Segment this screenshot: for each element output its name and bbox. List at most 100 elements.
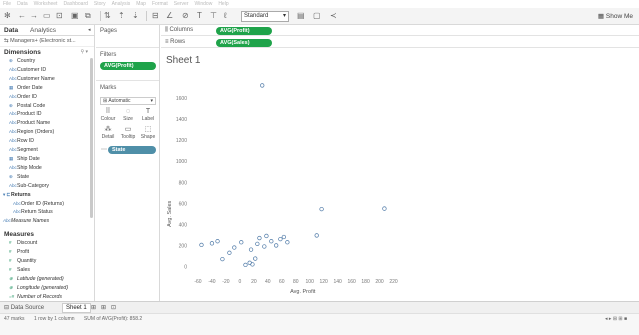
marks-button-label: Size [123,116,133,122]
collapse-pane-icon[interactable]: ◂ [88,27,91,33]
number-icon: # [9,266,12,272]
field-item[interactable]: AbcSub-Category [0,182,94,191]
sort-desc-icon[interactable]: ⇣ [132,11,139,21]
new-worksheet-icon[interactable]: ⊞ [91,304,96,311]
tooltip-icon[interactable]: ▢ [313,11,321,21]
menu-item[interactable]: Worksheet [34,1,58,7]
columns-pill-avg-profit[interactable]: AVG(Profit) [216,27,272,35]
marks-shape-button[interactable]: ⬚ Shape [139,126,157,140]
scatter-point [239,240,244,245]
field-item[interactable]: ⊕ Country [0,57,94,66]
show-me-button[interactable]: ▦ Show Me [598,12,633,20]
share-icon[interactable]: ≺ [330,11,337,21]
sort-asc-icon[interactable]: ⇡ [118,11,125,21]
menu-item[interactable]: Dashboard [63,1,87,7]
rows-pill-avg-sales[interactable]: AVG(Sales) [216,39,272,47]
menu-item[interactable]: Data [17,1,28,7]
nav-controls-icon[interactable]: ◂ ▸ ⊞ ⊞ ■ [605,316,627,322]
marks-tooltip-button[interactable]: ▭ Tooltip [119,126,137,140]
group-icon[interactable]: ⊟ [152,11,159,21]
field-item[interactable]: AbcRow ID [0,137,94,146]
datasource-item[interactable]: ⇆ Managers+ (Electronic st... [0,36,94,47]
tab-data[interactable]: Data [4,27,18,34]
field-label: Longitude (generated) [17,284,69,291]
marks-size-button[interactable]: ◌ Size [119,108,137,122]
field-item[interactable]: AbcOrder ID (Returns) [0,200,94,209]
field-item[interactable]: ⊕ State [0,173,94,182]
undo-icon[interactable]: ← [18,11,26,21]
menu-item[interactable]: Map [136,1,146,7]
datasource-icon: ⊟ [4,305,11,311]
x-tick-label: 100 [306,279,315,285]
field-label: Profit [17,249,30,256]
duplicate-icon[interactable]: ⧉ [85,11,91,21]
menu-item[interactable]: Window [195,1,213,7]
new-story-icon[interactable]: ⊡ [111,304,116,311]
swap-icon[interactable]: ⇅ [104,11,111,21]
field-item[interactable]: AbcProduct Name [0,119,94,128]
abc-icon: Abc [9,147,17,153]
new-worksheet-icon[interactable]: ▣ [71,11,79,21]
menu-item[interactable]: Server [174,1,189,7]
presentation-icon[interactable]: ▤ [297,11,305,21]
fit-select[interactable]: Standard ▾ [241,11,289,22]
detail-icon: ⋯ [101,147,107,153]
detail-pill-state[interactable]: State [108,146,156,154]
menu-item[interactable]: Story [94,1,106,7]
marks-detail-button[interactable]: ⁂ Detail [99,126,117,140]
globe-icon: ⊕ [9,275,13,281]
chevron-down-icon: ▾ [150,98,153,104]
field-item[interactable]: ⊕ Postal Code [0,102,94,111]
label-icon[interactable]: T [197,11,202,21]
highlight-icon[interactable]: ∠ [166,11,173,21]
field-item[interactable]: AbcShip Mode [0,164,94,173]
save-icon[interactable]: ▭ [43,11,51,21]
tab-analytics[interactable]: Analytics [30,27,56,34]
field-item[interactable]: AbcSegment [0,146,94,155]
format-icon[interactable]: ⊤ [210,11,217,21]
data-pane-scrollbar[interactable] [90,58,93,218]
field-item[interactable]: # Quantity [0,257,94,266]
field-item[interactable]: AbcCustomer Name [0,75,94,84]
x-tick-label: 220 [389,279,398,285]
marks-label-button[interactable]: T Label [139,108,157,122]
returns-group[interactable]: ▾ ⊏Returns [0,191,94,200]
field-item[interactable]: ⊕ Latitude (generated) [0,275,94,284]
measure-names-field[interactable]: AbcMeasure Names [0,217,94,226]
abc-icon: Abc [9,66,17,72]
tableau-logo-icon[interactable]: ✻ [4,11,11,21]
field-item[interactable]: AbcReturn Status [0,208,94,217]
menu-item[interactable]: Format [152,1,168,7]
field-item[interactable]: # Profit [0,248,94,257]
field-item[interactable]: # Sales [0,266,94,275]
field-label: Discount [17,240,38,247]
tab-data-source[interactable]: ⊟ Data Source [4,304,44,311]
field-item[interactable]: ▦ Ship Date [0,155,94,164]
field-label: Sub-Category [17,182,50,189]
menu-item[interactable]: File [3,1,11,7]
new-dashboard-icon[interactable]: ⊞ [101,304,106,311]
field-item[interactable]: AbcProduct ID [0,110,94,119]
menu-item[interactable]: Analysis [112,1,131,7]
filter-pill-avg-profit[interactable]: AVG(Profit) [100,62,156,70]
search-icon[interactable]: ⚲ ▾ [80,49,88,55]
tooltip-icon: ▭ [124,126,132,133]
field-item[interactable]: AbcOrder ID [0,93,94,102]
field-item[interactable]: # Discount [0,239,94,248]
x-tick-label: 180 [361,279,370,285]
scatter-point [257,235,262,241]
marks-colour-button[interactable]: ⠿ Colour [99,108,117,122]
abc-icon: Abc [13,209,21,215]
fix-axes-icon[interactable]: ℓ [224,11,227,21]
mark-type-select[interactable]: ⊞ Automatic ▾ [100,97,156,105]
field-item[interactable]: AbcRegion (Orders) [0,128,94,137]
measures-header: Measures [0,229,94,239]
field-item[interactable]: ▦ Order Date [0,84,94,93]
menu-item[interactable]: Help [218,1,228,7]
pin-icon[interactable]: ⊘ [182,11,189,21]
redo-icon[interactable]: → [30,11,38,21]
new-datasource-icon[interactable]: ⊡ [56,11,63,21]
field-item[interactable]: AbcCustomer ID [0,66,94,75]
tab-sheet-1[interactable]: Sheet 1 [62,303,91,313]
field-item[interactable]: ⊕ Longitude (generated) [0,284,94,293]
